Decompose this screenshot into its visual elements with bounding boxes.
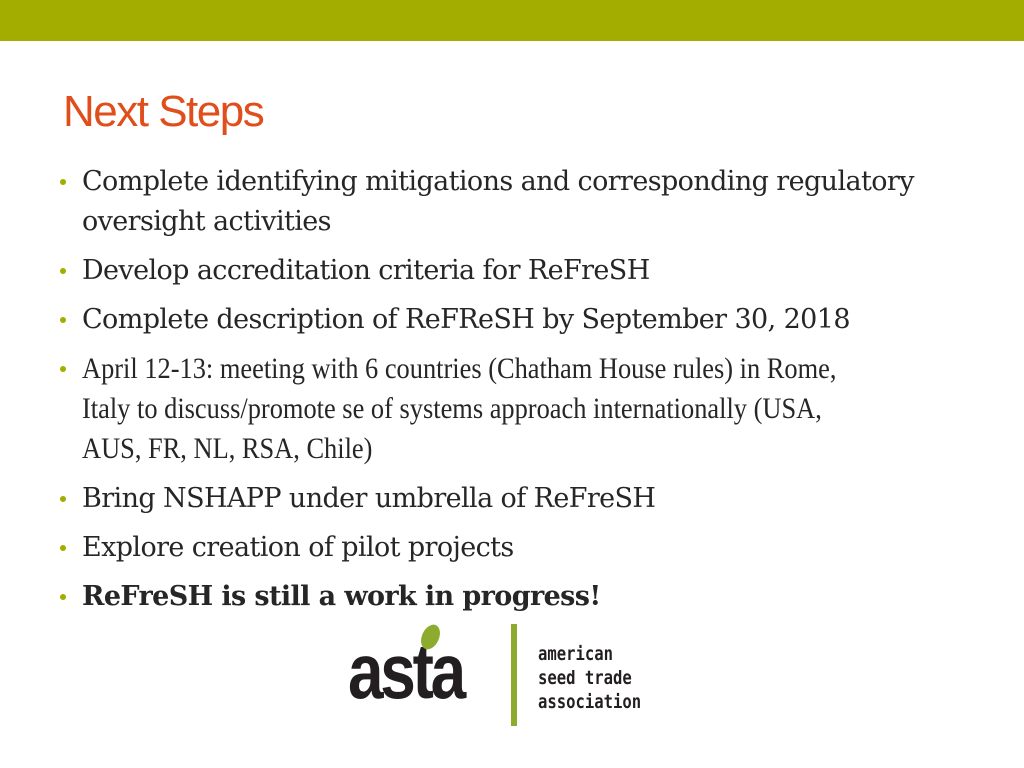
bullet-list: Complete identifying mitigations and cor… (60, 162, 960, 626)
top-accent-bar (0, 0, 1024, 41)
bullet-text: Explore creation of pilot projects (82, 532, 514, 563)
bullet-text: ReFreSH is still a work in progress! (82, 581, 601, 612)
bullet-dot-icon (60, 366, 66, 372)
bullet-dot-icon (60, 545, 66, 551)
bullet-text: Develop accreditation criteria for ReFre… (82, 255, 650, 286)
bullet-dot-icon (60, 179, 66, 185)
logo-wordmark: asta (348, 627, 466, 715)
bullet-dot-icon (60, 268, 66, 274)
bullet-item: Develop accreditation criteria for ReFre… (60, 251, 960, 291)
logo-line: american (538, 643, 614, 665)
slide-title: Next Steps (63, 87, 265, 136)
bullet-text: Complete description of ReFReSH by Septe… (82, 304, 851, 335)
bullet-item: April 12-13: meeting with 6 countries (C… (60, 349, 960, 470)
bullet-item: Explore creation of pilot projects (60, 528, 960, 568)
bullet-item: Bring NSHAPP under umbrella of ReFreSH (60, 479, 960, 519)
bullet-dot-icon (60, 317, 66, 323)
bullet-text: Bring NSHAPP under umbrella of ReFreSH (82, 483, 656, 514)
bullet-text: April 12-13: meeting with 6 countries (C… (82, 352, 837, 465)
asta-logo: asta american seed trade association (348, 621, 648, 728)
bullet-item: ReFreSH is still a work in progress! (60, 577, 960, 617)
logo-line: association (538, 691, 642, 713)
bullet-dot-icon (60, 594, 66, 600)
logo-tagline: american seed trade association (538, 642, 641, 714)
bullet-dot-icon (60, 496, 66, 502)
bullet-item: Complete identifying mitigations and cor… (60, 162, 960, 242)
logo-divider (511, 624, 517, 726)
logo-line: seed trade (538, 667, 632, 689)
bullet-item: Complete description of ReFReSH by Septe… (60, 300, 960, 340)
slide: Next Steps Complete identifying mitigati… (0, 0, 1024, 768)
bullet-text: Complete identifying mitigations and cor… (82, 166, 914, 237)
